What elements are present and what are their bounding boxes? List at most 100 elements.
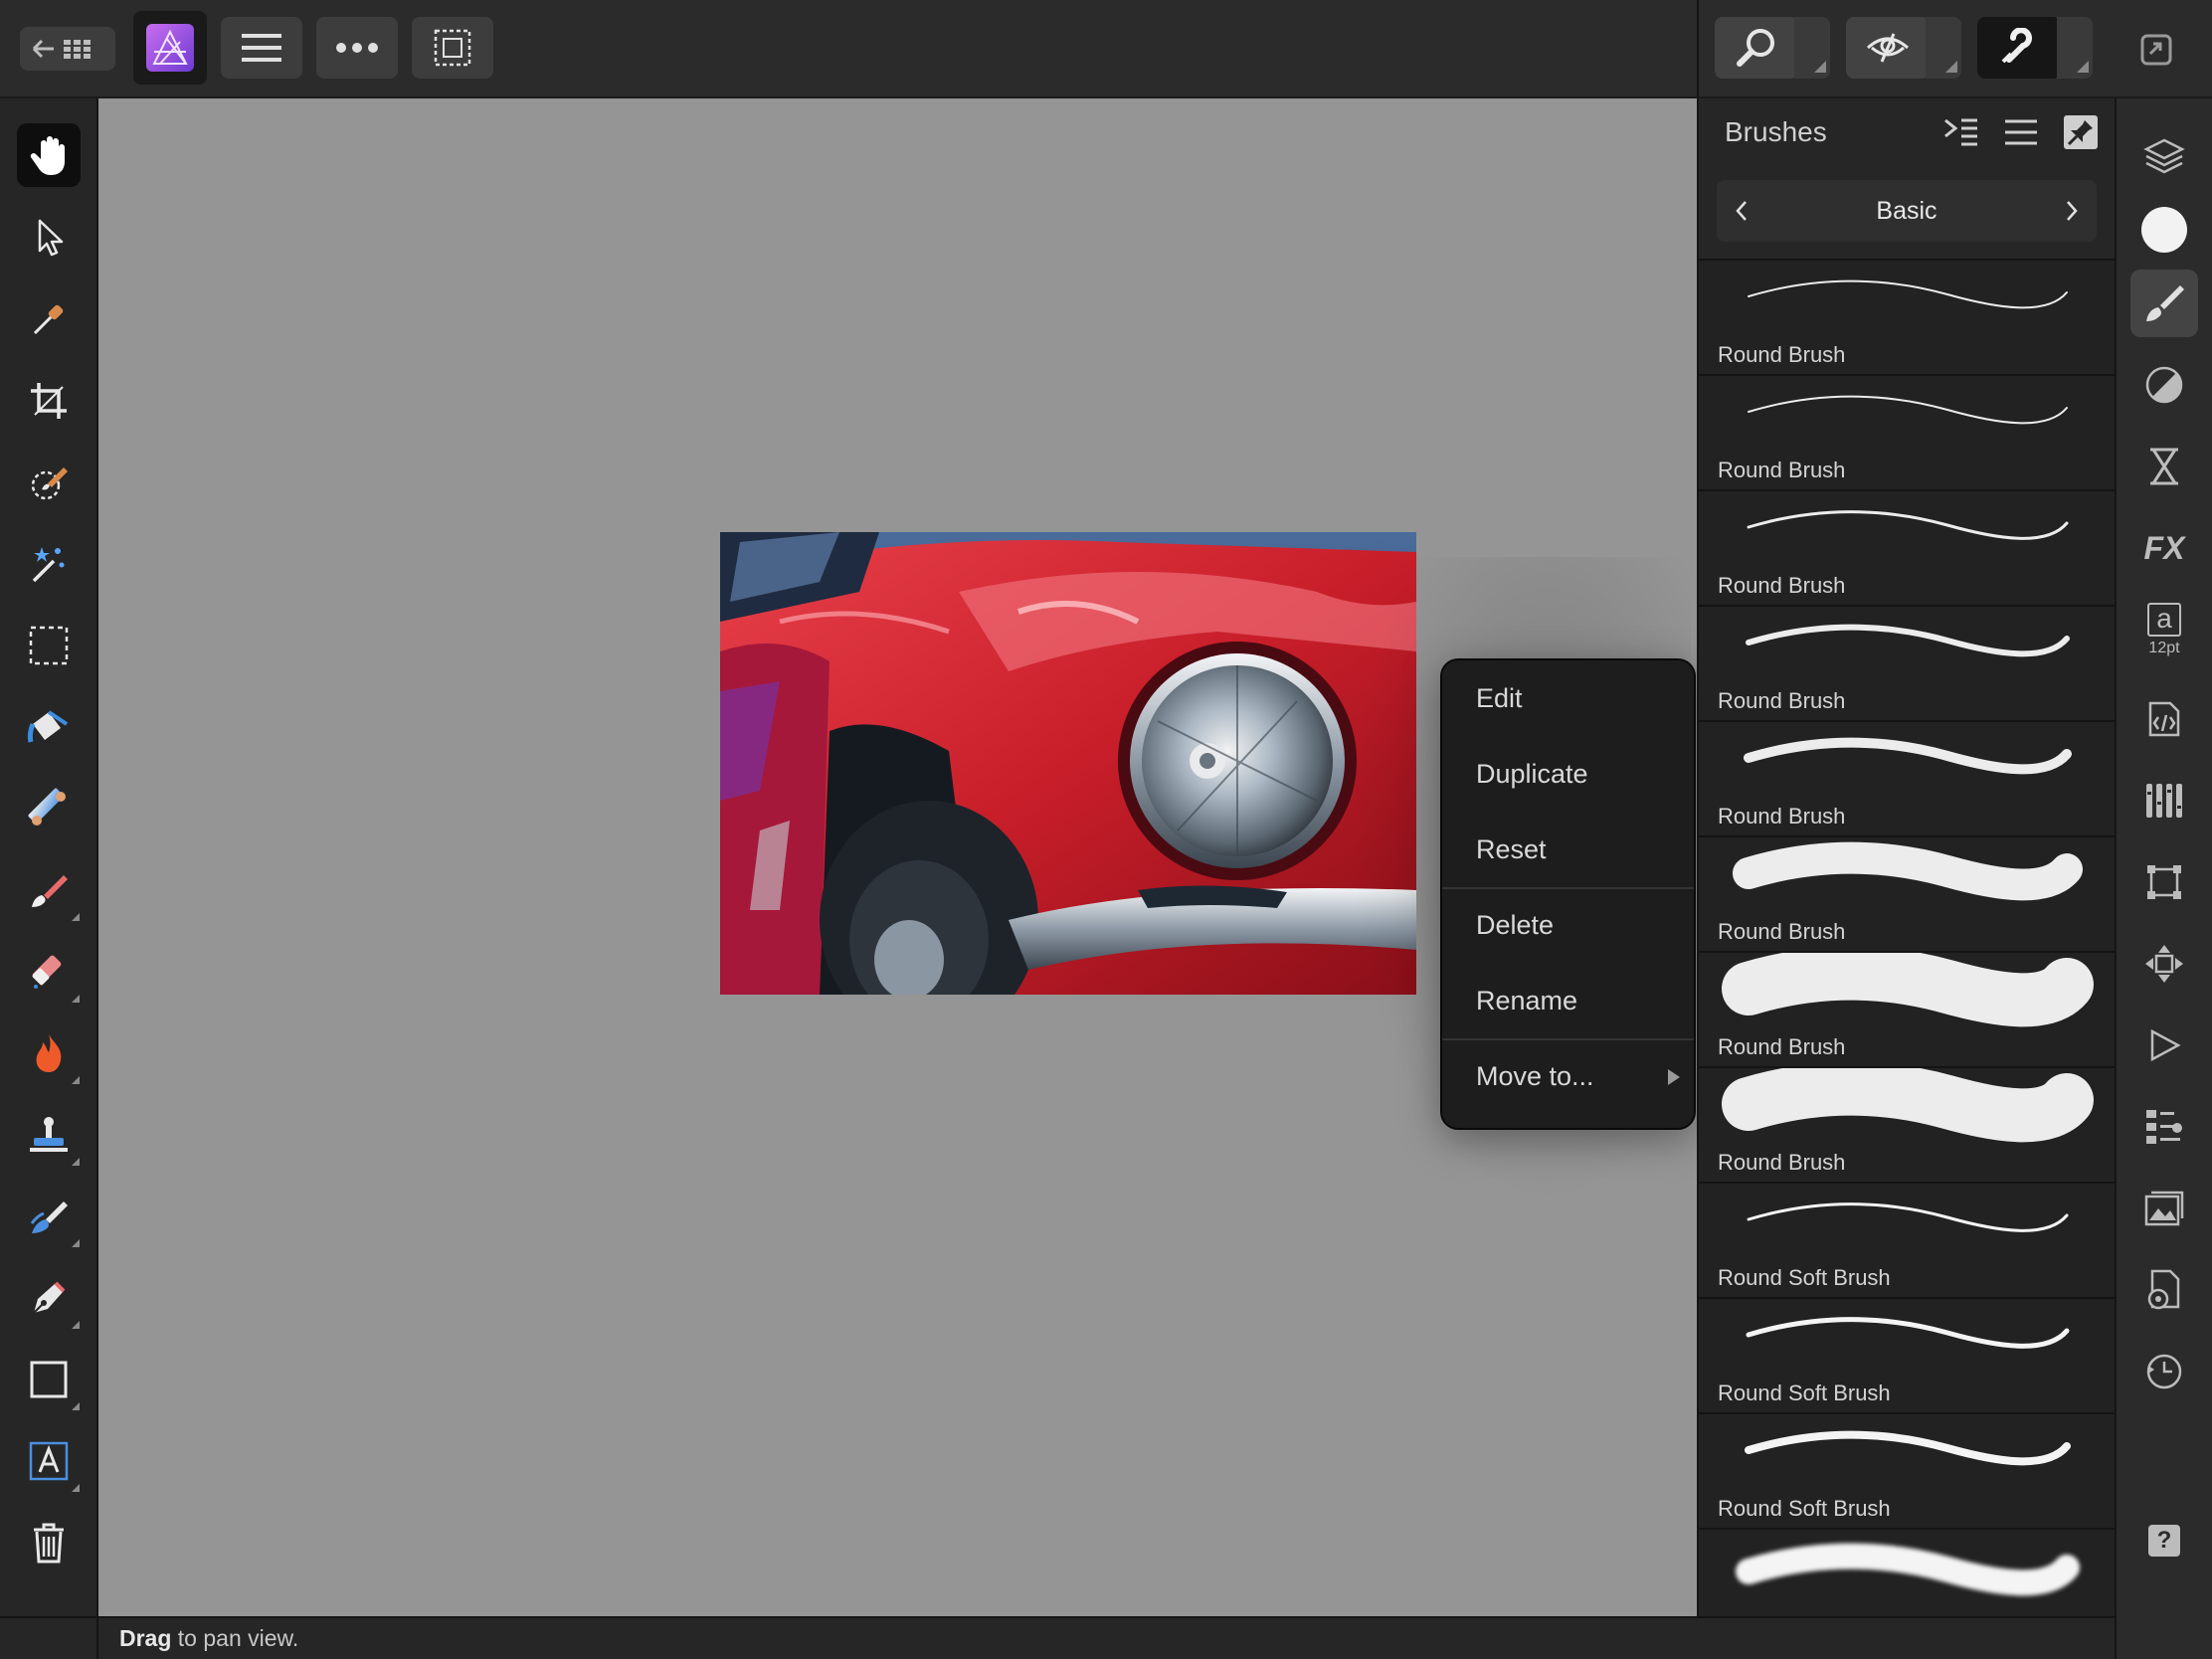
zoom-options[interactable] [1794, 17, 1830, 79]
menu-item-move-to-label: Move to... [1476, 1060, 1594, 1091]
erase-brush-tool[interactable] [17, 940, 81, 1004]
menu-item-edit[interactable]: Edit [1442, 660, 1694, 736]
brush-stroke-preview [1747, 1202, 2069, 1232]
brush-item[interactable]: Round Brush [1699, 951, 2115, 1066]
shape-tool[interactable] [17, 1348, 81, 1411]
menu-item-duplicate[interactable]: Duplicate [1442, 736, 1694, 812]
brush-category-label[interactable]: Basic [1717, 180, 2097, 242]
help-label: ? [2148, 1525, 2180, 1557]
navigator-icon[interactable] [2130, 930, 2198, 998]
fx-icon[interactable]: FX [2130, 514, 2198, 582]
paint-brush-tool[interactable] [17, 858, 81, 922]
flood-select-tool[interactable] [17, 532, 81, 596]
stock-icon[interactable] [2130, 1175, 2198, 1242]
fullscreen-icon[interactable] [2136, 30, 2176, 70]
selection-icon[interactable] [412, 17, 493, 79]
marquee-icon [29, 626, 69, 665]
brush-item[interactable]: Round Soft Brush [1699, 1412, 2115, 1528]
list-view-icon[interactable] [2001, 112, 2041, 152]
history-icon[interactable] [2130, 1338, 2198, 1405]
brush-item[interactable]: Round Soft Brush [1699, 1182, 2115, 1297]
more-icon[interactable] [316, 17, 398, 79]
hand-icon [30, 136, 65, 175]
pointer-icon [38, 219, 64, 257]
studio-bar: FX a 12pt ? [2115, 98, 2212, 1659]
snapping-icon[interactable] [1977, 17, 2061, 79]
clone-tool[interactable] [17, 1103, 81, 1167]
color-icon[interactable] [2130, 196, 2198, 264]
dodge-burn-tool[interactable] [17, 1021, 81, 1085]
layers-icon[interactable] [2130, 122, 2198, 190]
menu-item-delete[interactable]: Delete [1442, 887, 1694, 963]
brush-item-label: Round Brush [1718, 1034, 1846, 1059]
gradient-tool[interactable] [17, 777, 81, 840]
menu-item-reset[interactable]: Reset [1442, 812, 1694, 887]
transform-icon[interactable] [2130, 848, 2198, 916]
menu-item-move-to[interactable]: Move to... [1442, 1038, 1694, 1114]
brush-item[interactable]: Round Brush [1699, 489, 2115, 605]
brush-context-menu: Edit Duplicate Reset Delete Rename Move … [1440, 658, 1696, 1130]
view-icon[interactable] [1846, 17, 1930, 79]
brush-item[interactable]: Round Brush [1699, 720, 2115, 835]
crop-tool[interactable] [17, 369, 81, 433]
macro-play-icon[interactable] [2130, 1012, 2198, 1079]
brush-item[interactable]: Round Brush [1699, 835, 2115, 951]
brush-item-label: Round Brush [1718, 458, 1846, 482]
brush-item[interactable]: Round Brush [1699, 259, 2115, 374]
view-options[interactable] [1926, 17, 1961, 79]
brush-stroke-preview [1744, 737, 2072, 775]
document-settings-icon[interactable] [2130, 1256, 2198, 1324]
app-window: Edit Duplicate Reset Delete Rename Move … [0, 0, 2212, 1659]
text-tool[interactable] [17, 1429, 81, 1493]
gradient-icon [28, 788, 66, 826]
brush-item[interactable]: Round Brush [1699, 374, 2115, 489]
channels-icon[interactable] [2130, 767, 2198, 834]
flood-fill-tool[interactable] [17, 695, 81, 759]
brush-item[interactable] [1699, 1528, 2115, 1616]
hand-tool[interactable] [17, 123, 81, 187]
library-icon[interactable] [2130, 1093, 2198, 1161]
selection-brush-tool[interactable] [17, 451, 81, 514]
pin-icon[interactable] [2061, 112, 2101, 152]
panel-title: Brushes [1725, 116, 1827, 147]
retouch-tool[interactable] [17, 1185, 81, 1248]
adjustments-icon[interactable] [2130, 351, 2198, 419]
menu-icon[interactable] [221, 17, 302, 79]
history-hourglass-icon[interactable] [2130, 433, 2198, 500]
delete-tool[interactable] [17, 1511, 81, 1574]
brush-item[interactable]: Round Brush [1699, 605, 2115, 720]
next-category-button[interactable] [2055, 194, 2089, 228]
brushes-icon[interactable] [2130, 270, 2198, 337]
brush-item-label: Round Soft Brush [1718, 1381, 1891, 1405]
car-photo[interactable] [720, 532, 1416, 995]
brush-stroke-preview [1722, 953, 2094, 1027]
code-icon[interactable] [2130, 685, 2198, 753]
affinity-photo-logo[interactable] [133, 11, 207, 85]
menu-item-rename[interactable]: Rename [1442, 963, 1694, 1038]
character-size-label: 12pt [2148, 639, 2180, 656]
character-icon[interactable]: a 12pt [2130, 596, 2198, 663]
move-tool[interactable] [17, 206, 81, 270]
marquee-tool[interactable] [17, 614, 81, 677]
brush-item[interactable]: Round Brush [1699, 1066, 2115, 1182]
tools-panel [0, 98, 98, 1616]
magic-wand-icon [32, 547, 65, 583]
brush-stroke-preview [1733, 841, 2083, 901]
brush-stroke-preview [1746, 624, 2070, 657]
color-picker-tool[interactable] [17, 287, 81, 351]
brush-item-label: Round Brush [1718, 573, 1846, 598]
rectangle-icon [30, 1361, 68, 1398]
selection-brush-icon [31, 467, 68, 500]
help-icon[interactable]: ? [2130, 1507, 2198, 1574]
brush-item-label: Round Brush [1718, 688, 1846, 713]
status-hint: to pan view. [171, 1625, 299, 1651]
brush-item-label: Round Brush [1718, 804, 1846, 829]
pen-tool[interactable] [17, 1266, 81, 1330]
back-grid-icon[interactable] [20, 27, 115, 71]
trash-icon [34, 1523, 64, 1564]
brush-item[interactable]: Round Soft Brush [1699, 1297, 2115, 1412]
brush-item-label: Round Brush [1718, 919, 1846, 944]
panel-options-icon[interactable] [1941, 112, 1981, 152]
snapping-options[interactable] [2057, 17, 2093, 79]
zoom-icon[interactable] [1715, 17, 1798, 79]
